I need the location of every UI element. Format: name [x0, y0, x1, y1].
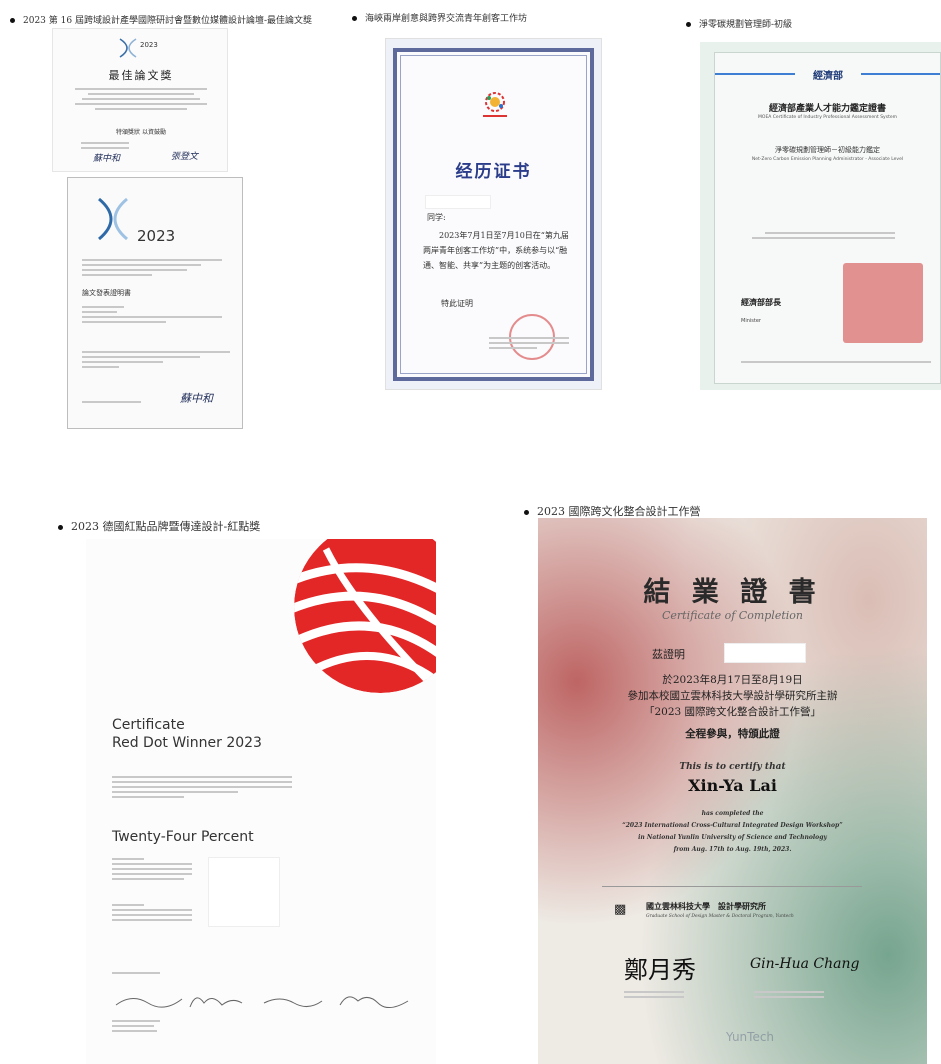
signatory-2-title — [754, 988, 824, 1001]
redacted-area — [208, 857, 280, 927]
university-en: in National Yunlin University of Science… — [638, 834, 827, 841]
workshop-name-line: 「2023 國際跨文化整合設計工作營」 — [643, 706, 822, 718]
redacted-name — [425, 195, 491, 209]
closing: 特此证明 — [441, 299, 473, 308]
signature-2: 張登文 — [171, 152, 199, 162]
experience-title: 经历证书 — [455, 162, 532, 182]
department-logo: ▩ — [614, 902, 627, 917]
completion-title: 結 業 證 書 — [643, 577, 822, 608]
bullet-icon — [524, 509, 529, 515]
award-description — [112, 773, 292, 801]
experience-body: 2023年7月1日至7月10日在“第九届两岸青年创客工作坊”中，系统参与以“融通… — [423, 231, 569, 270]
conference-logo: 2023 — [116, 37, 166, 59]
award-statement: 特頒獎狀 以資鼓勵 — [116, 129, 166, 136]
moea-title: 經濟部產業人才能力鑑定證書 — [768, 104, 886, 114]
moea-role: 淨零碳規劃管理師－初級能力鑑定 — [775, 146, 880, 154]
best-paper-certificate: 2023 最佳論文獎 特頒獎狀 以資鼓勵 蘇中和 張登文 — [52, 28, 228, 172]
minister-title: 經濟部部長 — [741, 297, 781, 307]
certify-en: This is to certify that — [679, 762, 786, 772]
winner-name: Twenty-Four Percent — [112, 829, 254, 845]
bullet-icon — [58, 524, 63, 530]
bullet-icon — [10, 18, 15, 23]
award-body-text — [75, 85, 207, 113]
conference-name-text — [82, 256, 222, 279]
moea-title-en: MOEA Certificate of Industry Professiona… — [758, 115, 897, 120]
best-paper-title: 最佳論文獎 — [108, 69, 174, 82]
minister-title-en: Minister — [741, 318, 761, 324]
jury-signatures — [112, 989, 412, 1013]
certificate-number — [741, 358, 931, 366]
moea-certificate: 經濟部 經濟部產業人才能力鑑定證書 MOEA Certificate of In… — [700, 42, 941, 390]
official-seal — [843, 263, 923, 343]
red-dot-logo — [286, 539, 436, 699]
certify-label: 茲證明 — [652, 648, 685, 661]
svg-text:2023: 2023 — [137, 227, 175, 245]
paper-cert-heading: 論文發表證明書 — [82, 289, 131, 297]
caption-maker-workshop: 海峽兩岸創意與跨界交流青年創客工作坊 — [352, 11, 527, 24]
caption-net-zero: 淨零碳規劃管理師-初級 — [686, 17, 792, 30]
experience-certificate: 经历证书 同学: 2023年7月1日至7月10日在“第九届两岸青年创客工作坊”中… — [385, 38, 602, 390]
ministry-name: 經濟部 — [795, 67, 861, 82]
caption-red-dot: 2023 德國紅點品牌暨傳達設計-紅點獎 — [58, 518, 260, 534]
caption-cross-cultural: 2023 國際跨文化整合設計工作營 — [524, 503, 701, 519]
conference-logo-large: 2023 — [93, 193, 193, 247]
signature-1: 蘇中和 — [93, 154, 121, 164]
recipient-name: Xin-Ya Lai — [688, 776, 777, 795]
credits-text — [112, 855, 192, 883]
organizer-line: 參加本校國立雲林科技大學設計學研究所主辦 — [627, 690, 838, 702]
bullet-icon — [686, 22, 691, 27]
watermark: YunTech — [726, 1030, 775, 1044]
moea-role-en: Net-Zero Carbon Emission Planning Admini… — [751, 157, 904, 162]
redacted-name — [724, 643, 806, 663]
divider — [602, 886, 862, 887]
red-dot-winner-title: Red Dot Winner 2023 — [112, 735, 262, 751]
certificate-frame: 经历证书 同学: 2023年7月1日至7月10日在“第九届两岸青年创客工作坊”中… — [393, 48, 594, 381]
moea-statement — [752, 229, 895, 242]
issuer-text — [489, 334, 569, 352]
jury-names — [112, 1017, 412, 1035]
signature-2: Gin-Hua Chang — [750, 956, 860, 972]
dates-en: from Aug. 17th to Aug. 19th, 2023. — [673, 846, 792, 853]
workshop-name-en: “2023 International Cross-Cultural Integ… — [622, 822, 843, 829]
paper-presentation-certificate: 2023 論文發表證明書 蘇中和 — [67, 177, 243, 429]
completion-certificate: 結 業 證 書 Certificate of Completion 茲證明 於2… — [538, 518, 927, 1064]
completed-en: has completed the — [701, 810, 764, 817]
workshop-logo — [477, 90, 513, 120]
paper-cert-body — [82, 303, 222, 326]
caption-best-paper: 2023 第 16 屆跨域設計產學國際研討會暨數位媒體設計論壇-最佳論文獎 — [10, 13, 312, 26]
red-dot-certificate: Certificate Red Dot Winner 2023 Twenty-F… — [86, 539, 436, 1064]
signatory-1-title — [624, 988, 684, 1001]
design-credits-text — [112, 901, 192, 924]
certificate-label: Certificate — [112, 717, 185, 733]
date-text — [112, 969, 192, 977]
bullet-icon — [352, 16, 357, 21]
svg-text:2023: 2023 — [140, 41, 158, 49]
date-line: 於2023年8月17日至8月19日 — [662, 674, 803, 686]
signature-1: 鄭月秀 — [624, 956, 696, 984]
paper-cert-details — [82, 348, 230, 371]
completion-statement: 全程參與，特頒此證 — [685, 728, 780, 740]
school-name: 國立雲林科技大學 設計學研究所 — [646, 901, 766, 911]
signature: 蘇中和 — [180, 392, 213, 405]
greeting: 同学: — [427, 213, 446, 222]
school-name-en: Graduate School of Design Master & Docto… — [646, 914, 794, 919]
completion-subtitle: Certificate of Completion — [662, 609, 803, 622]
